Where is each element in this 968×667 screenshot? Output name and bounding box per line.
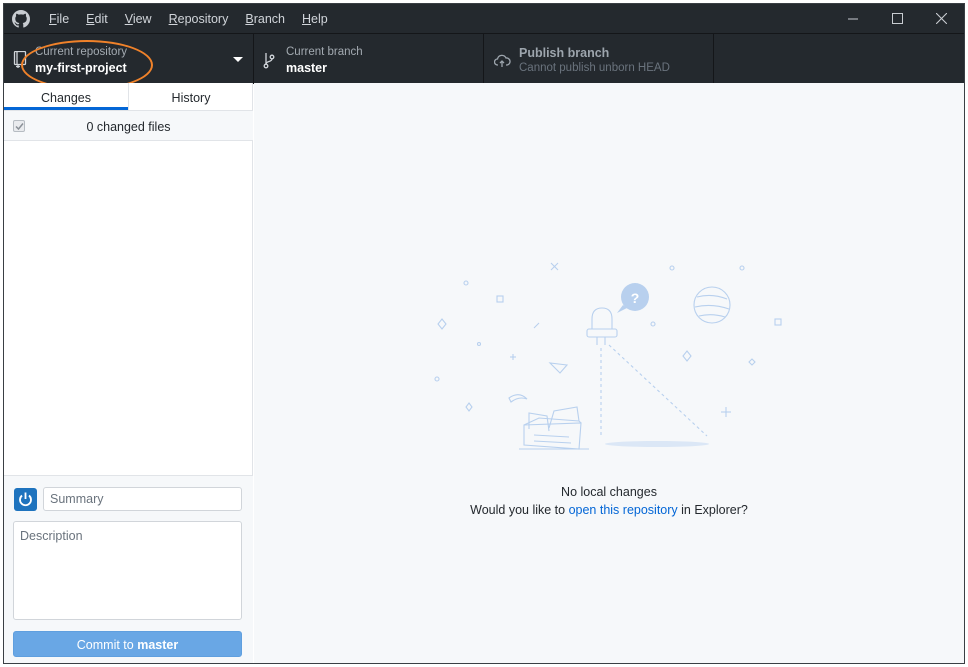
main-panel: ? No local changes Would you like to ope… [254, 83, 964, 663]
menu-file[interactable]: File [49, 12, 69, 26]
repo-icon [13, 51, 27, 68]
publish-branch-label: Publish branch [519, 46, 610, 60]
current-branch-button[interactable]: Current branch master [254, 34, 484, 84]
paper-scrap [508, 394, 528, 403]
paper-scrap [548, 362, 569, 374]
summary-input[interactable] [43, 487, 242, 511]
commit-message-area: Commit to master [4, 475, 253, 663]
star-dot [739, 265, 745, 271]
commit-button[interactable]: Commit to master [13, 631, 242, 657]
current-branch-name: master [286, 61, 327, 75]
light-beam [608, 344, 708, 437]
minimize-button[interactable] [830, 4, 876, 33]
caret-down-icon [233, 57, 243, 62]
minimize-icon [848, 18, 858, 19]
sidebar: Changes History 0 changed files Commit t… [4, 83, 253, 663]
star-dot [650, 321, 656, 327]
svg-text:?: ? [631, 290, 640, 306]
menu-bar: File Edit View Repository Branch Help [49, 12, 345, 26]
close-button[interactable] [918, 4, 964, 33]
open-repository-link[interactable]: open this repository [569, 503, 678, 517]
star-dot [434, 376, 440, 382]
cloud-upload-icon [494, 54, 511, 67]
star-dot [669, 265, 675, 271]
empty-state-suffix: in Explorer? [677, 503, 748, 517]
menu-edit[interactable]: Edit [86, 12, 108, 26]
close-icon [935, 13, 947, 24]
menu-help[interactable]: Help [302, 12, 328, 26]
git-branch-icon [263, 53, 275, 69]
avatar [14, 488, 37, 511]
star-plus [510, 354, 516, 360]
empty-state-prefix: Would you like to [470, 503, 569, 517]
star-square [496, 295, 504, 303]
tab-changes[interactable]: Changes [4, 83, 128, 110]
empty-state-illustration: ? [434, 262, 782, 450]
app-window: File Edit View Repository Branch Help Cu… [3, 3, 965, 664]
light-spot [605, 441, 709, 447]
paper-box-icon [523, 406, 582, 450]
empty-state-message: Would you like to open this repository i… [254, 503, 964, 517]
changes-list-header: 0 changed files [4, 111, 253, 141]
star-plus [721, 407, 731, 417]
sidebar-tabs: Changes History [4, 83, 253, 111]
star-dot [463, 280, 469, 286]
star-cross [550, 262, 559, 271]
star-dot [476, 341, 482, 347]
toolbar: Current repository my-first-project Curr… [4, 33, 964, 90]
maximize-icon [891, 13, 903, 24]
star-dash [533, 322, 540, 329]
publish-branch-button[interactable]: Publish branch Cannot publish unborn HEA… [484, 34, 714, 84]
current-repository-button[interactable]: Current repository my-first-project [4, 34, 254, 90]
current-branch-label: Current branch [286, 46, 363, 58]
flashlight-icon [586, 307, 618, 345]
star-diamond [437, 318, 447, 330]
star-square [774, 318, 782, 326]
star-diamond [682, 350, 692, 362]
description-input[interactable] [13, 521, 242, 620]
current-repository-label: Current repository [35, 46, 128, 58]
publish-branch-description: Cannot publish unborn HEAD [519, 62, 670, 74]
menu-repository[interactable]: Repository [169, 12, 229, 26]
commit-button-branch: master [137, 638, 179, 652]
tab-history[interactable]: History [128, 83, 253, 110]
current-repository-name: my-first-project [35, 61, 127, 75]
empty-state-title: No local changes [561, 485, 657, 499]
question-bubble-icon: ? [617, 283, 649, 313]
planet-icon [693, 286, 731, 324]
github-logo-icon [12, 10, 30, 28]
title-bar: File Edit View Repository Branch Help [4, 4, 964, 33]
power-icon [19, 492, 32, 507]
menu-view[interactable]: View [125, 12, 152, 26]
commit-button-prefix: Commit to [76, 638, 138, 652]
maximize-button[interactable] [874, 4, 920, 33]
star-diamond [748, 358, 756, 366]
menu-branch[interactable]: Branch [245, 12, 285, 26]
changed-files-count: 0 changed files [86, 120, 171, 134]
star-diamond [465, 402, 473, 412]
